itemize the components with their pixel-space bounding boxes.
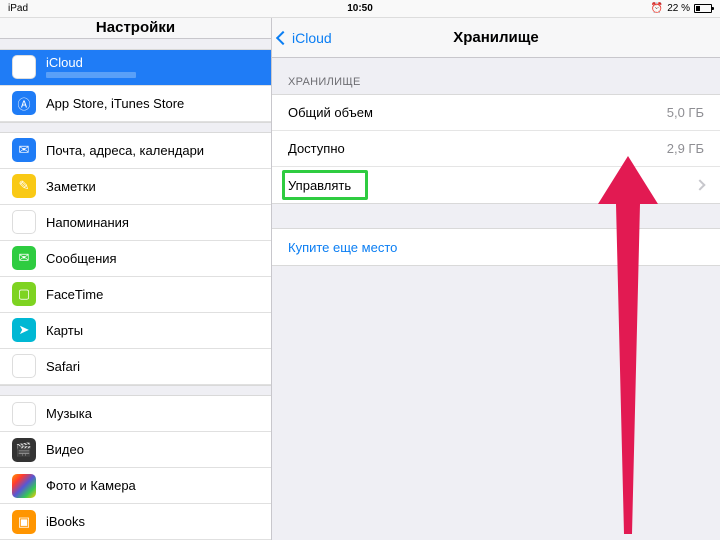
- sidebar-item-icloud[interactable]: ☁︎ iCloud: [0, 50, 271, 86]
- icloud-icon: ☁︎: [12, 55, 36, 79]
- storage-table: Общий объем 5,0 ГБ Доступно 2,9 ГБ Управ…: [272, 94, 720, 204]
- detail-panel: iCloud Хранилище ХРАНИЛИЩЕ Общий объем 5…: [272, 18, 720, 540]
- music-icon: ♫: [12, 402, 36, 426]
- sidebar-item-label: Напоминания: [46, 215, 129, 230]
- upsell-table: Купите еще место: [272, 228, 720, 266]
- sidebar-item-label: Музыка: [46, 406, 92, 421]
- sidebar-item-messages[interactable]: ✉︎ Сообщения: [0, 241, 271, 277]
- sidebar-item-music[interactable]: ♫ Музыка: [0, 396, 271, 432]
- reminders-icon: ≣: [12, 210, 36, 234]
- sidebar-item-video[interactable]: 🎬 Видео: [0, 432, 271, 468]
- sidebar-item-label: Карты: [46, 323, 83, 338]
- sidebar-item-facetime[interactable]: ▢ FaceTime: [0, 277, 271, 313]
- storage-available-row: Доступно 2,9 ГБ: [272, 131, 720, 167]
- storage-total-value: 5,0 ГБ: [667, 105, 704, 120]
- detail-navbar: iCloud Хранилище: [272, 18, 720, 58]
- chevron-right-icon: [694, 179, 705, 190]
- facetime-icon: ▢: [12, 282, 36, 306]
- sidebar-item-label: Видео: [46, 442, 84, 457]
- storage-section-header: ХРАНИЛИЩЕ: [272, 58, 720, 94]
- sidebar-item-label: FaceTime: [46, 287, 103, 302]
- sidebar-item-label: Safari: [46, 359, 80, 374]
- sidebar-item-ibooks[interactable]: ▣ iBooks: [0, 504, 271, 540]
- back-label: iCloud: [292, 30, 332, 46]
- appstore-icon: Ⓐ: [12, 91, 36, 115]
- sidebar-item-appstore[interactable]: Ⓐ App Store, iTunes Store: [0, 86, 271, 122]
- battery-text: 22 %: [667, 3, 690, 14]
- photos-icon: [12, 474, 36, 498]
- sidebar-item-mail[interactable]: ✉︎ Почта, адреса, календари: [0, 133, 271, 169]
- notes-icon: ✎: [12, 174, 36, 198]
- buy-label: Купите еще место: [288, 240, 397, 255]
- sidebar-item-reminders[interactable]: ≣ Напоминания: [0, 205, 271, 241]
- battery-icon: [694, 4, 712, 13]
- maps-icon: ➤: [12, 318, 36, 342]
- alarm-icon: ⏰: [651, 3, 663, 14]
- storage-available-label: Доступно: [288, 141, 345, 156]
- messages-icon: ✉︎: [12, 246, 36, 270]
- back-button[interactable]: iCloud: [278, 30, 332, 46]
- sidebar-item-label: iBooks: [46, 514, 85, 529]
- sidebar-item-label: Заметки: [46, 179, 96, 194]
- storage-available-value: 2,9 ГБ: [667, 141, 704, 156]
- sidebar-item-notes[interactable]: ✎ Заметки: [0, 169, 271, 205]
- manage-label: Управлять: [288, 178, 351, 193]
- sidebar-item-label: Почта, адреса, календари: [46, 143, 204, 158]
- sidebar-item-safari[interactable]: ◉ Safari: [0, 349, 271, 385]
- storage-total-row: Общий объем 5,0 ГБ: [272, 95, 720, 131]
- page-title: Хранилище: [453, 29, 539, 46]
- video-icon: 🎬: [12, 438, 36, 462]
- icloud-subtitle: [46, 72, 136, 78]
- sidebar-item-label: Фото и Камера: [46, 478, 136, 493]
- sidebar-item-label: Сообщения: [46, 251, 117, 266]
- sidebar-header: Настройки: [0, 18, 271, 39]
- sidebar-item-label: iCloud: [46, 56, 136, 70]
- buy-more-storage-row[interactable]: Купите еще место: [272, 229, 720, 265]
- status-bar: iPad 10:50 ⏰ 22 %: [0, 0, 720, 18]
- storage-total-label: Общий объем: [288, 105, 373, 120]
- chevron-left-icon: [276, 30, 290, 44]
- sidebar-item-maps[interactable]: ➤ Карты: [0, 313, 271, 349]
- sidebar-item-photos[interactable]: Фото и Камера: [0, 468, 271, 504]
- status-time: 10:50: [347, 3, 373, 14]
- mail-icon: ✉︎: [12, 138, 36, 162]
- safari-icon: ◉: [12, 354, 36, 378]
- status-device: iPad: [8, 3, 28, 14]
- settings-sidebar: Настройки ☁︎ iCloud Ⓐ App Store, iTunes …: [0, 18, 272, 540]
- sidebar-item-label: App Store, iTunes Store: [46, 96, 184, 111]
- sidebar-title: Настройки: [96, 19, 175, 36]
- manage-storage-row[interactable]: Управлять: [272, 167, 720, 203]
- ibooks-icon: ▣: [12, 510, 36, 534]
